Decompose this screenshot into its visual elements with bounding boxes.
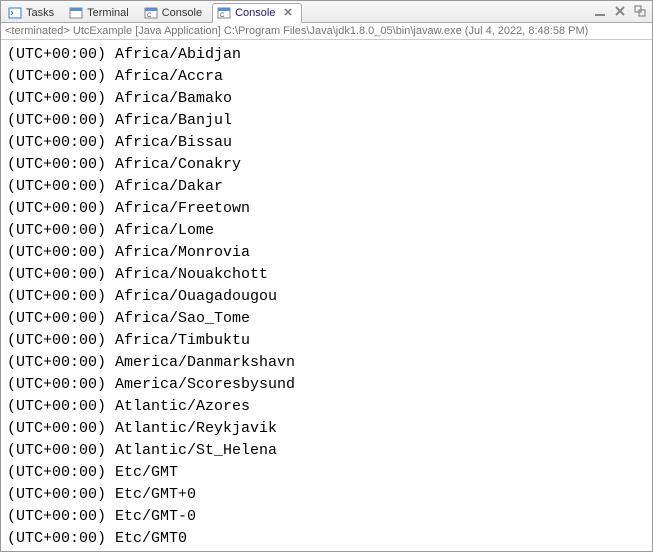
output-line: (UTC+00:00) Africa/Accra bbox=[7, 66, 646, 88]
maximize-icon[interactable] bbox=[632, 3, 648, 19]
svg-text:C: C bbox=[220, 13, 225, 19]
output-line: (UTC+00:00) Africa/Bamako bbox=[7, 88, 646, 110]
output-line: (UTC+00:00) Etc/GMT-0 bbox=[7, 506, 646, 528]
output-line: (UTC+00:00) Africa/Abidjan bbox=[7, 44, 646, 66]
output-line: (UTC+00:00) Etc/GMT0 bbox=[7, 528, 646, 550]
output-line: (UTC+00:00) Africa/Monrovia bbox=[7, 242, 646, 264]
tab-bar: Tasks Terminal C Console C Console bbox=[1, 1, 652, 23]
tab-terminal[interactable]: Terminal bbox=[64, 2, 138, 22]
output-line: (UTC+00:00) Africa/Sao_Tome bbox=[7, 308, 646, 330]
tab-label: Tasks bbox=[26, 7, 54, 19]
output-line: (UTC+00:00) Atlantic/St_Helena bbox=[7, 440, 646, 462]
output-line: (UTC+00:00) Africa/Lome bbox=[7, 220, 646, 242]
output-line: (UTC+00:00) Africa/Nouakchott bbox=[7, 264, 646, 286]
output-line: (UTC+00:00) Africa/Freetown bbox=[7, 198, 646, 220]
tab-label: Terminal bbox=[87, 7, 129, 19]
output-line: (UTC+00:00) America/Danmarkshavn bbox=[7, 352, 646, 374]
output-line: (UTC+00:00) America/Scoresbysund bbox=[7, 374, 646, 396]
output-line: (UTC+00:00) Atlantic/Azores bbox=[7, 396, 646, 418]
tab-toolbar bbox=[592, 3, 648, 19]
tab-label: Console bbox=[235, 7, 275, 19]
output-line: (UTC+00:00) Africa/Banjul bbox=[7, 110, 646, 132]
tab-console[interactable]: C Console bbox=[139, 2, 211, 22]
tab-console-active[interactable]: C Console bbox=[212, 3, 302, 23]
output-line: (UTC+00:00) Africa/Conakry bbox=[7, 154, 646, 176]
output-line: (UTC+00:00) Atlantic/Reykjavik bbox=[7, 418, 646, 440]
output-line: (UTC+00:00) Africa/Bissau bbox=[7, 132, 646, 154]
status-line: <terminated> UtcExample [Java Applicatio… bbox=[1, 23, 652, 40]
output-line: (UTC+00:00) Africa/Timbuktu bbox=[7, 330, 646, 352]
svg-text:C: C bbox=[147, 13, 152, 19]
output-line: (UTC+00:00) Africa/Ouagadougou bbox=[7, 286, 646, 308]
minimize-icon[interactable] bbox=[592, 3, 608, 19]
console-icon: C bbox=[217, 6, 231, 20]
output-line: (UTC+00:00) Etc/GMT+0 bbox=[7, 484, 646, 506]
tab-label: Console bbox=[162, 7, 202, 19]
close-icon[interactable] bbox=[283, 7, 293, 19]
tab-tasks[interactable]: Tasks bbox=[3, 2, 63, 22]
tasks-icon bbox=[8, 6, 22, 20]
output-line: (UTC+00:00) Africa/Dakar bbox=[7, 176, 646, 198]
terminal-icon bbox=[69, 6, 83, 20]
close-view-icon[interactable] bbox=[612, 3, 628, 19]
output-line: (UTC+00:00) Etc/GMT bbox=[7, 462, 646, 484]
console-output: (UTC+00:00) Africa/Abidjan(UTC+00:00) Af… bbox=[1, 40, 652, 550]
console-icon: C bbox=[144, 6, 158, 20]
